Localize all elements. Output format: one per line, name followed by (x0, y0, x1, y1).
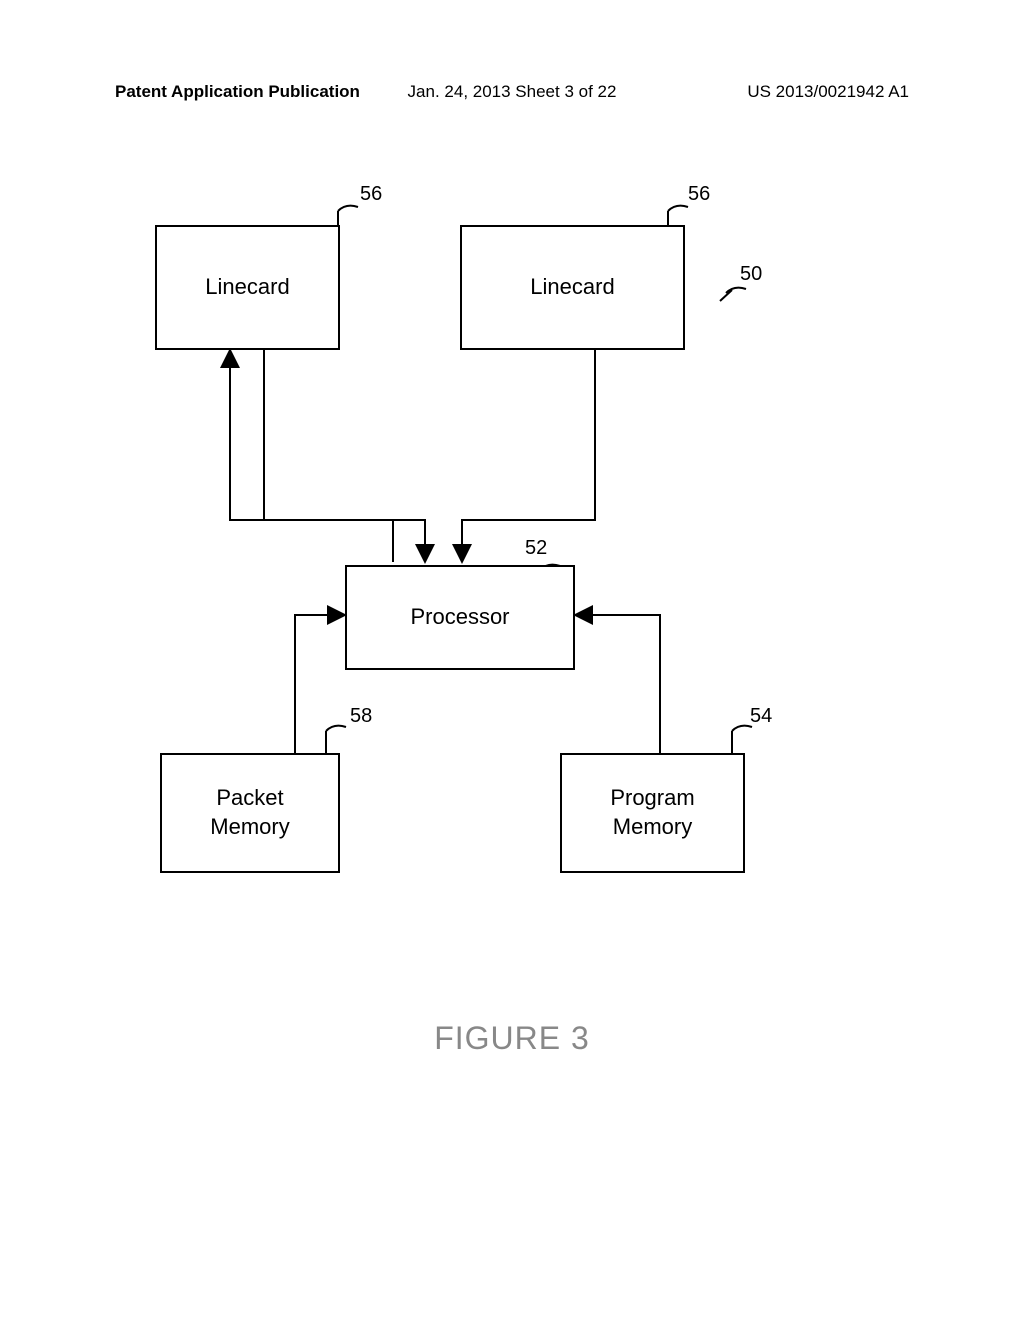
figure-label: FIGURE 3 (434, 1020, 590, 1057)
packet-memory-box: Packet Memory (160, 753, 340, 873)
processor-box: Processor (345, 565, 575, 670)
ref-label-52: 52 (525, 537, 547, 560)
program-memory-box: Program Memory (560, 753, 745, 873)
ref-label-50: 50 (740, 263, 762, 286)
header-left: Patent Application Publication (115, 82, 360, 102)
diagram: Linecard Linecard Processor Packet Memor… (0, 175, 1024, 975)
ref-label-56a: 56 (360, 183, 382, 206)
ref-label-58: 58 (350, 705, 372, 728)
ref-label-54: 54 (750, 705, 772, 728)
box-label: Processor (410, 603, 509, 632)
box-label: Program Memory (610, 784, 694, 841)
page-header: Patent Application Publication Jan. 24, … (0, 82, 1024, 102)
header-center: Jan. 24, 2013 Sheet 3 of 22 (408, 82, 617, 102)
box-label: Packet Memory (210, 784, 289, 841)
linecard-box-1: Linecard (155, 225, 340, 350)
box-label: Linecard (530, 273, 614, 302)
header-right: US 2013/0021942 A1 (747, 82, 909, 102)
ref-label-56b: 56 (688, 183, 710, 206)
linecard-box-2: Linecard (460, 225, 685, 350)
box-label: Linecard (205, 273, 289, 302)
